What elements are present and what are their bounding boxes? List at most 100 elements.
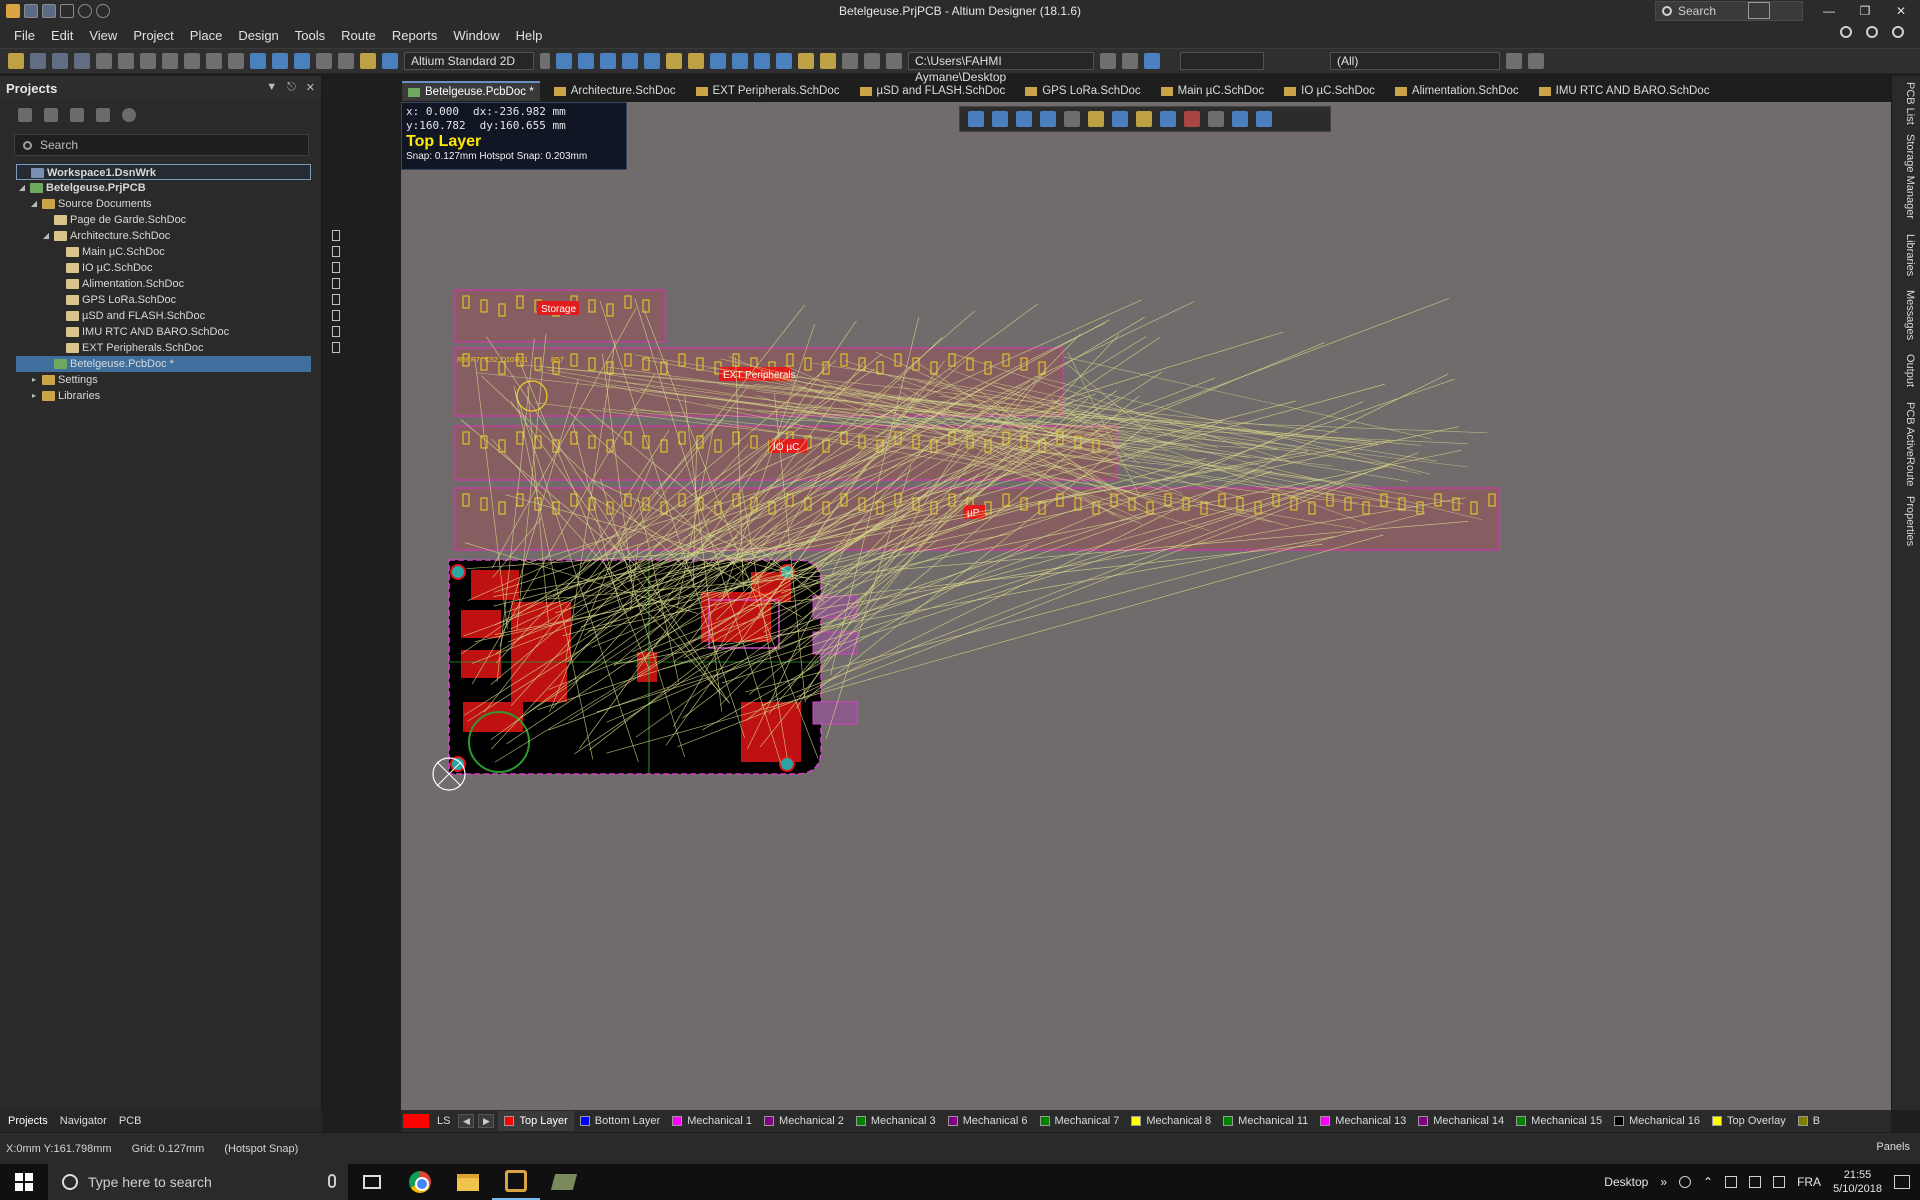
start-button[interactable] <box>0 1164 48 1200</box>
document-tab[interactable]: µSD and FLASH.SchDoc <box>854 81 1012 101</box>
select-icon[interactable] <box>1016 111 1032 127</box>
input-language[interactable]: FRA <box>1797 1175 1821 1189</box>
chrome-button[interactable] <box>396 1164 444 1200</box>
undo-icon[interactable] <box>78 4 92 18</box>
redo-icon[interactable] <box>96 4 110 18</box>
via-place-icon[interactable] <box>1136 111 1152 127</box>
layer-tab[interactable]: Bottom Layer <box>574 1111 666 1131</box>
clock[interactable]: 21:55 5/10/2018 <box>1833 1168 1882 1196</box>
pad-icon[interactable] <box>666 53 682 69</box>
document-tab[interactable]: GPS LoRa.SchDoc <box>1019 81 1146 101</box>
tree-item[interactable]: Betelgeuse.PcbDoc * <box>16 356 311 372</box>
document-tab[interactable]: IO µC.SchDoc <box>1278 81 1381 101</box>
print-preview-icon[interactable] <box>74 53 90 69</box>
save-all-icon[interactable] <box>42 4 56 18</box>
document-tab[interactable]: Alimentation.SchDoc <box>1389 81 1525 101</box>
menu-file[interactable]: File <box>8 26 41 45</box>
panels-button[interactable]: Panels <box>1876 1141 1910 1153</box>
tree-item[interactable]: Main µC.SchDoc <box>16 244 340 260</box>
dock-storage-manager[interactable]: Storage Manager <box>1896 134 1916 219</box>
layer-tab[interactable]: Top Overlay <box>1706 1111 1792 1131</box>
desktop-toolbar[interactable]: Desktop <box>1604 1175 1648 1189</box>
arc-icon[interactable] <box>644 53 660 69</box>
layer-tab[interactable]: Mechanical 11 <box>1217 1111 1314 1131</box>
tree-toggle-icon[interactable]: ◢ <box>18 180 26 196</box>
compile-icon[interactable] <box>44 108 58 122</box>
menu-edit[interactable]: Edit <box>45 26 79 45</box>
action-center-icon[interactable] <box>1894 1175 1910 1189</box>
empty-select[interactable] <box>1180 52 1264 70</box>
layer-tab[interactable]: Mechanical 15 <box>1510 1111 1608 1131</box>
filter-apply-icon[interactable] <box>1506 53 1522 69</box>
cut-icon[interactable] <box>162 53 178 69</box>
tab-navigator[interactable]: Navigator <box>60 1115 107 1127</box>
select-area-icon[interactable] <box>250 53 266 69</box>
menu-help[interactable]: Help <box>510 26 549 45</box>
microphone-icon[interactable] <box>328 1174 336 1188</box>
people-icon[interactable] <box>1679 1176 1691 1188</box>
layer-tab[interactable]: Top Layer <box>498 1111 574 1131</box>
layer-tab[interactable]: B <box>1792 1111 1826 1131</box>
layer-prev-icon[interactable]: ◀ <box>458 1114 475 1128</box>
dimension-bar-icon[interactable] <box>1208 111 1224 127</box>
redo-icon[interactable] <box>338 53 354 69</box>
layer-tab[interactable]: Mechanical 2 <box>758 1111 850 1131</box>
tab-projects[interactable]: Projects <box>8 1115 48 1127</box>
file-explorer-button[interactable] <box>444 1164 492 1200</box>
grid-icon[interactable] <box>886 53 902 69</box>
distribute-icon[interactable] <box>820 53 836 69</box>
dimension-icon[interactable] <box>842 53 858 69</box>
component-icon[interactable] <box>688 53 704 69</box>
layer-tab[interactable]: Mechanical 14 <box>1412 1111 1510 1131</box>
pcb-canvas[interactable]: StorageEXT PeripheralsIO µCµPR56R7C52D10… <box>401 102 1891 1110</box>
restore-icon[interactable]: ❐ <box>1850 0 1880 22</box>
dock-output[interactable]: Output <box>1896 354 1916 387</box>
back-icon[interactable] <box>1100 53 1116 69</box>
filter-icon[interactable] <box>968 111 984 127</box>
fill-icon[interactable] <box>710 53 726 69</box>
tree-item[interactable]: GPS LoRa.SchDoc <box>16 292 340 308</box>
zoom-area-icon[interactable] <box>118 53 134 69</box>
document-tab[interactable]: Architecture.SchDoc <box>548 81 682 101</box>
altium-taskbar-button[interactable] <box>492 1164 540 1200</box>
tree-item[interactable]: ◢ Architecture.SchDoc <box>16 228 340 244</box>
toolbar-expand-icon[interactable]: » <box>1660 1175 1667 1189</box>
layer-tab[interactable]: Mechanical 1 <box>666 1111 758 1131</box>
keepout-icon[interactable] <box>1184 111 1200 127</box>
place-via-icon[interactable] <box>556 53 572 69</box>
layer-set-label[interactable]: LS <box>433 1115 454 1127</box>
notifications-icon[interactable] <box>1866 26 1878 38</box>
dock-pcb-list[interactable]: PCB List <box>1896 82 1916 125</box>
home-icon[interactable] <box>1144 53 1160 69</box>
filter-select[interactable]: (All) <box>1330 52 1500 70</box>
text-icon[interactable] <box>1232 111 1248 127</box>
diff-route-icon[interactable] <box>1112 111 1128 127</box>
save-icon[interactable] <box>30 53 46 69</box>
document-tab[interactable]: IMU RTC AND BARO.SchDoc <box>1533 81 1716 101</box>
layout-icon[interactable] <box>1748 2 1770 19</box>
project-folder-icon[interactable] <box>96 108 110 122</box>
route-icon[interactable] <box>1088 111 1104 127</box>
menu-reports[interactable]: Reports <box>386 26 444 45</box>
layer-next-icon[interactable]: ▶ <box>478 1114 495 1128</box>
tree-item[interactable]: ▸ Settings <box>16 372 311 388</box>
panel-menu-icon[interactable]: ▼ <box>266 81 277 94</box>
layer-tab[interactable]: Mechanical 7 <box>1034 1111 1126 1131</box>
print-icon[interactable] <box>52 53 68 69</box>
current-layer-swatch[interactable] <box>403 1114 429 1128</box>
tree-item[interactable]: ◢ Source Documents <box>16 196 311 212</box>
tree-item[interactable]: Alimentation.SchDoc <box>16 276 340 292</box>
layer-tab[interactable]: Mechanical 3 <box>850 1111 942 1131</box>
clear-filter-icon[interactable] <box>294 53 310 69</box>
open-icon[interactable] <box>8 53 24 69</box>
layer-tab[interactable]: Mechanical 16 <box>1608 1111 1706 1131</box>
altium-app-icon[interactable] <box>6 4 20 18</box>
tab-pcb[interactable]: PCB <box>119 1115 142 1127</box>
browse-icon[interactable] <box>382 53 398 69</box>
projects-search-box[interactable]: Search <box>14 134 309 156</box>
layer-tab[interactable]: Mechanical 13 <box>1314 1111 1412 1131</box>
view-mode-select[interactable]: Altium Standard 2D <box>404 52 534 70</box>
path-select[interactable]: C:\Users\FAHMI Aymane\Desktop <box>908 52 1094 84</box>
menu-view[interactable]: View <box>83 26 123 45</box>
pin-icon[interactable]: ⎋ <box>287 81 296 94</box>
